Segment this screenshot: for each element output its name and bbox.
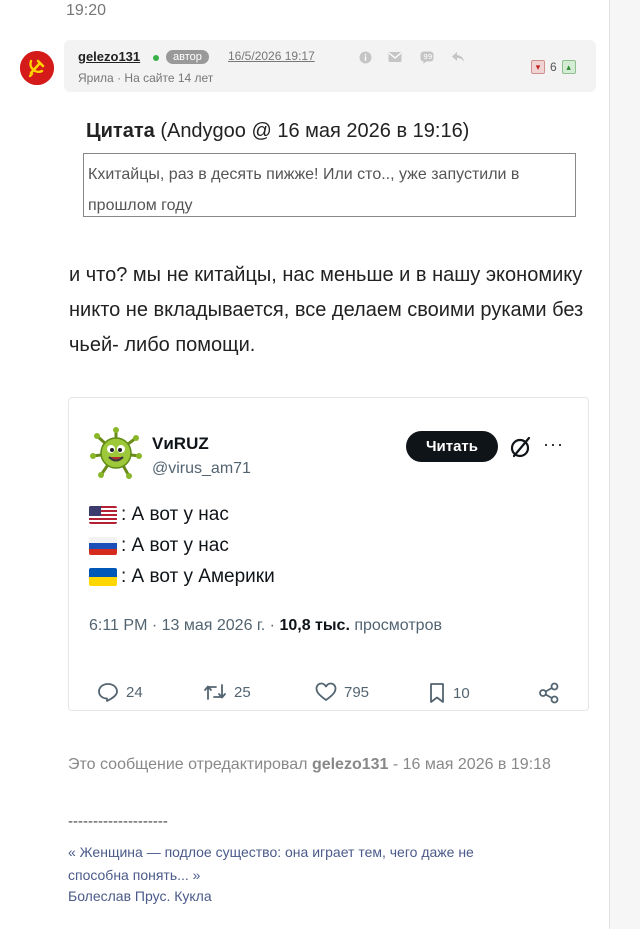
signature-quote: « Женщина — подлое существо: она играет … bbox=[68, 844, 474, 883]
tweet-line: : А вот у нас bbox=[89, 535, 229, 557]
tweet-line-text: : А вот у Америки bbox=[121, 566, 275, 587]
user-avatar[interactable] bbox=[20, 51, 54, 85]
x-logo-icon[interactable] bbox=[509, 435, 533, 459]
heart-icon bbox=[315, 682, 337, 701]
bookmark-action[interactable]: 10 bbox=[428, 682, 470, 704]
retweet-action[interactable]: 25 bbox=[203, 682, 251, 702]
user-tenure: На сайте 14 лет bbox=[124, 71, 214, 85]
quote-attribution: (Andygoo @ 16 мая 2026 в 19:16) bbox=[160, 120, 470, 142]
user-meta: Ярила · На сайте 14 лет bbox=[78, 71, 213, 85]
bookmark-icon bbox=[430, 683, 444, 703]
embedded-tweet[interactable]: VиRUZ @virus_am71 Читать ··· : А вот у н… bbox=[68, 397, 589, 711]
post-rating: ▾ 6 ▴ bbox=[531, 60, 576, 74]
hammer-sickle-icon bbox=[20, 51, 54, 85]
tweet-line: : А вот у нас bbox=[89, 504, 229, 526]
rating-count: 6 bbox=[550, 60, 557, 74]
like-count: 795 bbox=[344, 683, 370, 701]
reply-icon[interactable] bbox=[451, 50, 465, 64]
page-scrollbar[interactable] bbox=[609, 0, 640, 929]
retweet-icon bbox=[204, 684, 226, 700]
like-action[interactable]: 795 bbox=[315, 682, 369, 702]
retweet-count: 25 bbox=[234, 683, 251, 701]
share-icon bbox=[539, 682, 559, 704]
message-body: и что? мы не китайцы, нас меньше и в наш… bbox=[69, 264, 584, 356]
tweet-line-text: : А вот у нас bbox=[121, 535, 229, 556]
reply-count: 24 bbox=[126, 683, 143, 701]
post-timestamp-link[interactable]: 16/5/2026 19:17 bbox=[228, 49, 315, 63]
previous-post-time: 19:20 bbox=[66, 2, 107, 19]
tweet-views-count: 10,8 тыс. bbox=[279, 617, 350, 634]
reply-action[interactable]: 24 bbox=[97, 682, 143, 702]
upvote-icon[interactable]: ▴ bbox=[561, 60, 576, 74]
quote-icon[interactable]: 99 bbox=[420, 50, 434, 64]
quote-label: Цитата bbox=[86, 120, 155, 142]
signature-author: Болеслав Прус. Кукла bbox=[68, 888, 212, 904]
mail-icon[interactable] bbox=[388, 50, 402, 64]
quote-header: Цитата (Andygoo @ 16 мая 2026 в 19:16) bbox=[86, 120, 469, 143]
tweet-views-label: просмотров bbox=[349, 617, 442, 634]
quote-text: Кхитайцы, раз в десять пижже! Или сто..,… bbox=[83, 153, 576, 217]
tweet-author-name[interactable]: VиRUZ bbox=[152, 434, 209, 454]
user-location: Ярила bbox=[78, 71, 114, 85]
edit-notice-prefix: Это сообщение отредактировал bbox=[68, 756, 312, 773]
reply-bubble-icon bbox=[98, 683, 118, 702]
signature-separator: -------------------- bbox=[68, 813, 168, 830]
more-options-icon[interactable]: ··· bbox=[543, 434, 564, 455]
username-link[interactable]: gelezo131 bbox=[78, 49, 140, 64]
virus-avatar-icon[interactable] bbox=[89, 426, 143, 480]
tweet-line: : А вот у Америки bbox=[89, 566, 275, 588]
tweet-line-text: : А вот у нас bbox=[121, 504, 229, 525]
ua-flag-icon bbox=[89, 568, 117, 586]
author-badge: автор bbox=[166, 50, 209, 64]
edit-notice-user[interactable]: gelezo131 bbox=[312, 756, 388, 773]
tweet-time[interactable]: 6:11 PM · 13 мая 2026 г. · bbox=[89, 617, 279, 634]
online-status-dot bbox=[153, 55, 159, 61]
ru-flag-icon bbox=[89, 537, 117, 555]
share-action[interactable] bbox=[538, 682, 560, 704]
info-icon[interactable] bbox=[358, 50, 372, 64]
tweet-author-handle[interactable]: @virus_am71 bbox=[152, 460, 251, 478]
edit-notice-suffix: - 16 мая 2026 в 19:18 bbox=[388, 756, 551, 773]
edit-notice: Это сообщение отредактировал gelezo131 -… bbox=[68, 751, 568, 779]
tweet-meta: 6:11 PM · 13 мая 2026 г. · 10,8 тыс. про… bbox=[89, 617, 442, 635]
downvote-icon[interactable]: ▾ bbox=[531, 60, 545, 74]
bookmark-count: 10 bbox=[453, 684, 470, 702]
follow-button[interactable]: Читать bbox=[406, 431, 498, 462]
us-flag-icon bbox=[89, 506, 117, 524]
svg-text:99: 99 bbox=[423, 53, 432, 61]
